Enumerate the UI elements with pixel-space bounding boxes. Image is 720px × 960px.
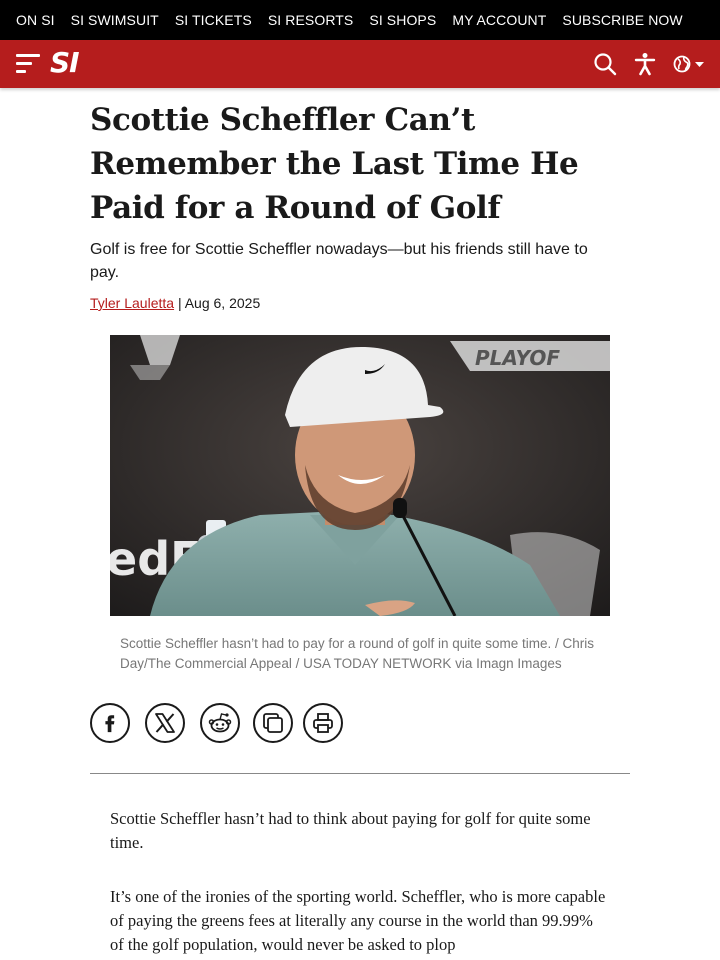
nav-link-on-si[interactable]: ON SI — [16, 12, 55, 28]
search-icon[interactable] — [593, 52, 617, 76]
article-paragraph: It’s one of the ironies of the sporting … — [110, 887, 606, 954]
copy-link-icon[interactable] — [253, 703, 293, 743]
nav-link-si-tickets[interactable]: SI TICKETS — [175, 12, 252, 28]
si-logo[interactable]: SI — [50, 46, 80, 79]
byline: Tyler Lauletta | Aug 6, 2025 — [90, 295, 260, 311]
article-headline: Scottie Scheffler Can’t Remember the Las… — [90, 102, 579, 226]
nav-link-subscribe-now[interactable]: SUBSCRIBE NOW — [562, 12, 682, 28]
nav-link-si-shops[interactable]: SI SHOPS — [369, 12, 436, 28]
top-navigation: ON SI SI SWIMSUIT SI TICKETS SI RESORTS … — [0, 0, 720, 40]
language-globe-icon[interactable] — [672, 52, 706, 76]
article-paragraph: Scottie Scheffler hasn’t had to think ab… — [110, 809, 591, 852]
author-link[interactable]: Tyler Lauletta — [90, 295, 174, 311]
nav-link-si-resorts[interactable]: SI RESORTS — [268, 12, 354, 28]
byline-separator: | — [174, 295, 185, 311]
hamburger-menu-icon[interactable] — [16, 54, 40, 74]
site-header: SI — [0, 40, 720, 88]
reddit-icon[interactable] — [200, 703, 240, 743]
x-icon[interactable] — [145, 703, 185, 743]
article-subheadline: Golf is free for Scottie Scheffler nowad… — [90, 241, 588, 281]
backdrop-banner-text: PLAYOF — [475, 346, 560, 370]
publish-date: Aug 6, 2025 — [184, 295, 261, 311]
article-hero-image: PLAYOF edE — [110, 335, 610, 616]
content-divider — [90, 773, 630, 774]
nav-link-si-swimsuit[interactable]: SI SWIMSUIT — [71, 12, 159, 28]
facebook-icon[interactable] — [90, 703, 130, 743]
print-icon[interactable] — [303, 703, 343, 743]
accessibility-icon[interactable] — [633, 52, 657, 76]
nav-link-my-account[interactable]: MY ACCOUNT — [452, 12, 546, 28]
image-caption: Scottie Scheffler hasn’t had to pay for … — [120, 636, 595, 671]
